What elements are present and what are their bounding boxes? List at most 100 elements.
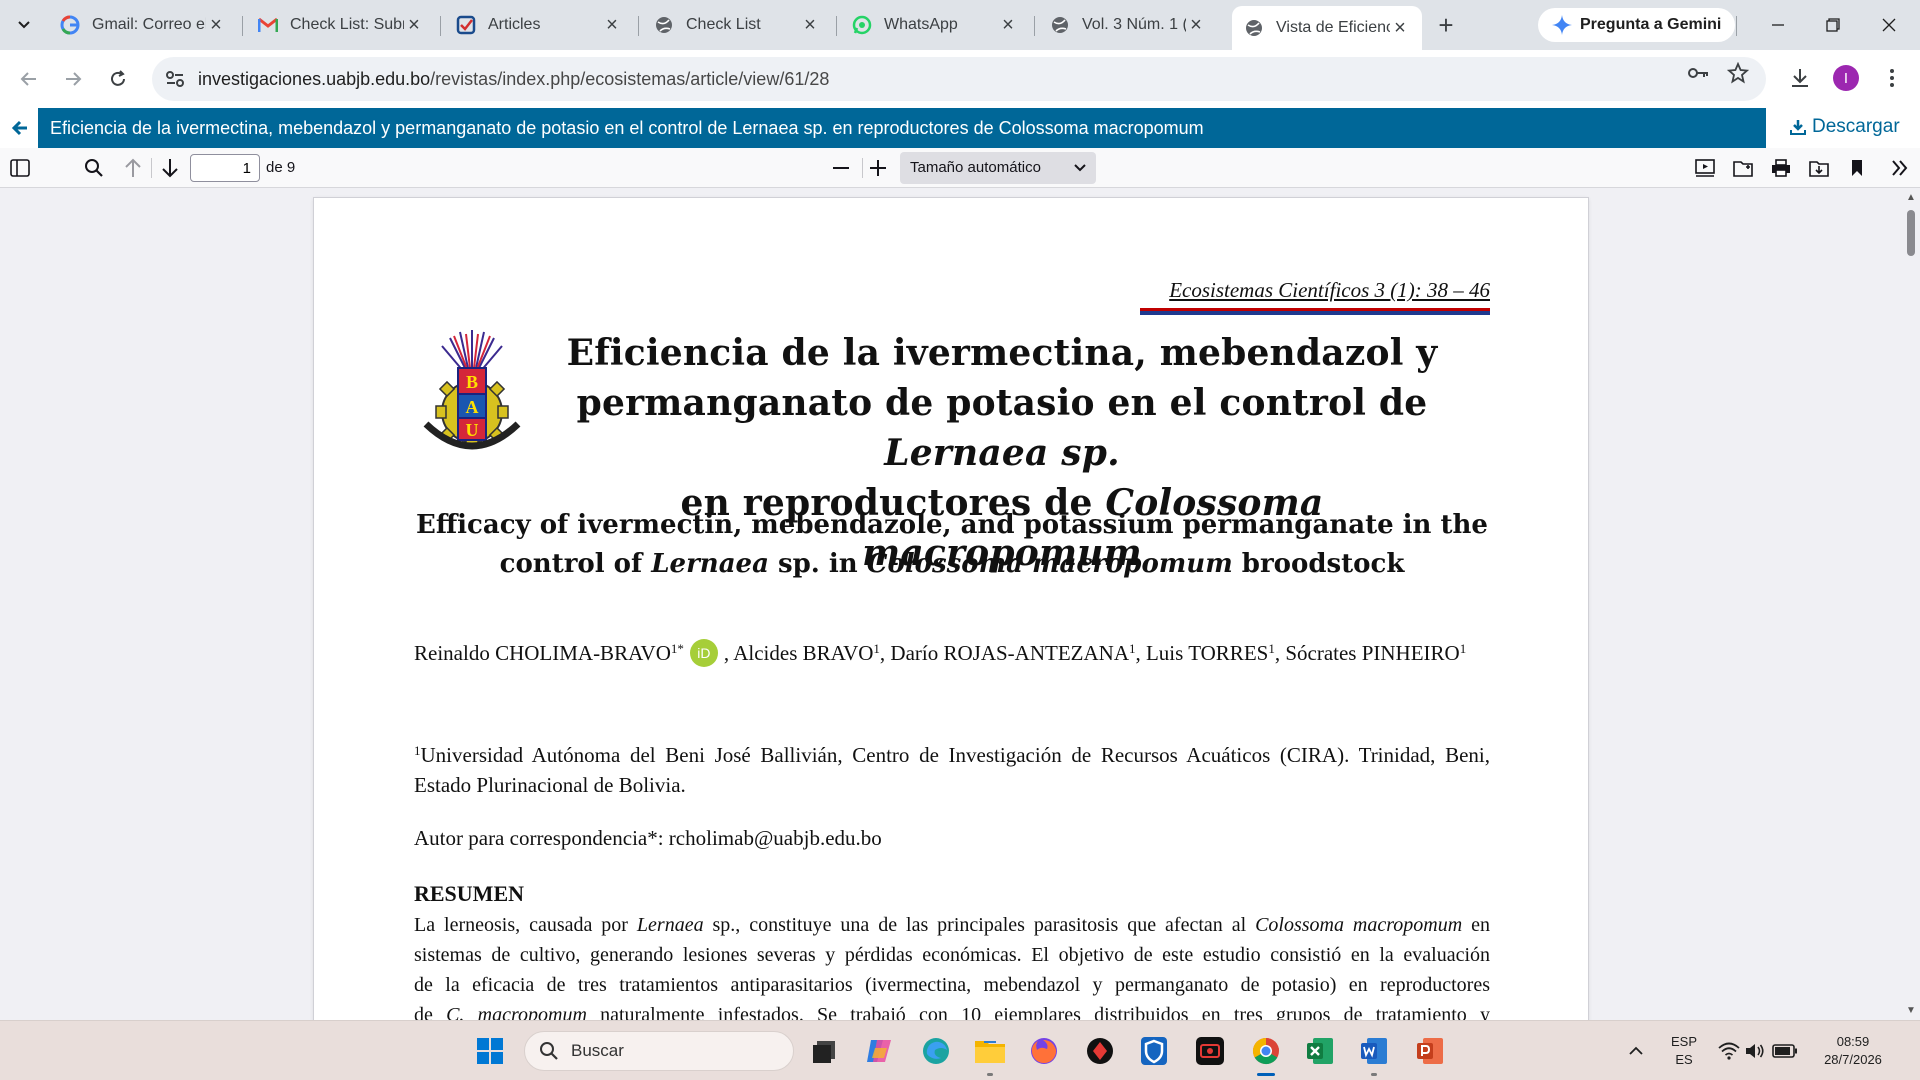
- chrome-icon: [1252, 1037, 1279, 1065]
- author-list: Reinaldo CHOLIMA-BRAVO1* iD, Alcides BRAV…: [414, 634, 1490, 668]
- bookmark-button[interactable]: [1845, 156, 1869, 180]
- toolbar-divider: [862, 158, 863, 178]
- toggle-sidebar-button[interactable]: [8, 156, 32, 180]
- taskbar-excel[interactable]: [1302, 1033, 1338, 1069]
- return-to-article-button[interactable]: [8, 116, 32, 140]
- close-tab-icon[interactable]: ×: [206, 14, 226, 36]
- kebab-menu-icon: [1890, 69, 1894, 87]
- title-en-text: broodstock: [1232, 549, 1405, 579]
- zoom-out-button[interactable]: [829, 156, 853, 180]
- scrollbar-thumb[interactable]: [1907, 210, 1915, 256]
- taskbar-screen-recorder[interactable]: [1192, 1033, 1228, 1069]
- download-button[interactable]: Descargar: [1790, 116, 1900, 138]
- close-tab-icon[interactable]: ×: [1390, 17, 1410, 39]
- find-button[interactable]: [82, 156, 106, 180]
- abstract-heading: RESUMEN: [414, 881, 525, 906]
- downloads-button[interactable]: [1788, 66, 1812, 90]
- browser-menu-button[interactable]: [1880, 66, 1904, 90]
- close-tab-icon[interactable]: ×: [602, 14, 622, 36]
- pdf-viewer[interactable]: Ecosistemas Científicos 3 (1): 38 – 46 B…: [0, 188, 1920, 1020]
- taskbar-app-red[interactable]: [1082, 1033, 1118, 1069]
- title-en-text: control of: [499, 549, 652, 579]
- zoom-in-button[interactable]: [866, 156, 890, 180]
- key-icon: [1688, 68, 1708, 78]
- open-file-button[interactable]: [1731, 156, 1755, 180]
- taskbar-search[interactable]: Buscar: [524, 1031, 794, 1071]
- globe-icon: [1050, 15, 1070, 35]
- show-hidden-icons-button[interactable]: [1618, 1033, 1654, 1069]
- password-key-button[interactable]: [1686, 61, 1710, 85]
- tab-whatsapp[interactable]: WhatsApp ×: [840, 6, 1030, 44]
- site-settings-icon[interactable]: [164, 68, 186, 90]
- tab-check-list[interactable]: Check List ×: [642, 6, 832, 44]
- print-button[interactable]: [1769, 156, 1793, 180]
- tab-gmail[interactable]: Gmail: Correo electrónico ×: [48, 6, 238, 44]
- tab-search-button[interactable]: [10, 11, 38, 39]
- forward-button[interactable]: [58, 64, 88, 94]
- input-language-indicator[interactable]: ESP ES: [1668, 1033, 1700, 1069]
- new-tab-button[interactable]: +: [1432, 10, 1460, 40]
- scroll-up-arrow-icon[interactable]: ▲: [1906, 192, 1916, 203]
- reload-button[interactable]: [103, 64, 133, 94]
- plus-icon: [870, 160, 886, 176]
- author-name: , Sócrates PINHEIRO: [1274, 641, 1460, 665]
- taskbar-firefox[interactable]: [1026, 1033, 1062, 1069]
- scroll-down-arrow-icon[interactable]: ▼: [1906, 1005, 1916, 1016]
- url-path: /revistas/index.php/ecosistemas/article/…: [430, 69, 830, 89]
- orcid-icon[interactable]: iD: [689, 639, 718, 667]
- close-window-button[interactable]: [1866, 8, 1912, 42]
- gemini-button[interactable]: Pregunta a Gemini: [1538, 8, 1736, 42]
- previous-page-button[interactable]: [121, 156, 145, 180]
- tab-divider: [638, 16, 639, 36]
- windows-logo-icon: [477, 1038, 503, 1064]
- language-code: ESP: [1670, 1034, 1697, 1049]
- address-bar[interactable]: investigaciones.uabjb.edu.bo/revistas/in…: [152, 57, 1766, 101]
- next-page-button[interactable]: [158, 156, 182, 180]
- back-button[interactable]: [14, 64, 44, 94]
- abstract-species: Lernaea: [636, 914, 704, 936]
- taskbar-copilot[interactable]: [862, 1033, 898, 1069]
- taskbar-powerpoint[interactable]: [1412, 1033, 1448, 1069]
- tab-title: Check List: Submission: [290, 16, 404, 33]
- close-tab-icon[interactable]: ×: [800, 14, 820, 36]
- zoom-select[interactable]: Tamaño automático: [900, 152, 1096, 184]
- save-button[interactable]: [1807, 156, 1831, 180]
- tab-vol3[interactable]: Vol. 3 Núm. 1 (2026) ×: [1038, 6, 1218, 44]
- page-number-input[interactable]: [190, 154, 260, 182]
- viewer-scrollbar[interactable]: ▲ ▼: [1902, 188, 1920, 1020]
- title-es-species: Lernaea sp.: [884, 432, 1120, 474]
- gemini-star-icon: [1552, 15, 1572, 35]
- tab-articles[interactable]: Articles ×: [444, 6, 634, 44]
- presentation-mode-button[interactable]: [1693, 156, 1717, 180]
- article-header-bar: Eficiencia de la ivermectina, mebendazol…: [0, 108, 1920, 148]
- taskbar-edge[interactable]: [918, 1033, 954, 1069]
- taskbar-defender[interactable]: [1136, 1033, 1172, 1069]
- title-en-species: Colossoma macropomum: [866, 549, 1233, 579]
- battery-icon: [1772, 1044, 1797, 1058]
- system-tray-status[interactable]: [1718, 1033, 1798, 1069]
- affiliation-text: Universidad Autónoma del Beni José Balli…: [414, 743, 1490, 797]
- tab-vista-de-eficiencia[interactable]: Vista de Eficiencia ×: [1232, 6, 1422, 50]
- tab-check-list-submission[interactable]: Check List: Submission ×: [246, 6, 436, 44]
- start-button[interactable]: [472, 1033, 508, 1069]
- profile-avatar[interactable]: I: [1833, 65, 1859, 91]
- close-tab-icon[interactable]: ×: [404, 14, 424, 36]
- article-title-link[interactable]: Eficiencia de la ivermectina, mebendazol…: [38, 108, 1766, 148]
- tab-divider: [836, 16, 837, 36]
- logo-letter-b: B: [466, 372, 478, 392]
- close-tab-icon[interactable]: ×: [1186, 14, 1206, 36]
- author-name: , Darío ROJAS-ANTEZANA: [879, 641, 1129, 665]
- clock[interactable]: 08:59 28/7/2026: [1818, 1033, 1888, 1069]
- gemini-label: Pregunta a Gemini: [1580, 16, 1722, 33]
- bookmark-star-button[interactable]: [1726, 61, 1750, 85]
- tab-divider: [1736, 16, 1737, 36]
- taskbar-chrome[interactable]: [1248, 1033, 1284, 1069]
- minimize-button[interactable]: [1755, 8, 1801, 42]
- taskbar-file-explorer[interactable]: [972, 1033, 1008, 1069]
- firefox-icon: [1031, 1038, 1057, 1064]
- taskbar-word[interactable]: [1356, 1033, 1392, 1069]
- restore-button[interactable]: [1810, 8, 1856, 42]
- taskbar-task-view[interactable]: [806, 1033, 842, 1069]
- tools-menu-button[interactable]: [1888, 156, 1912, 180]
- close-tab-icon[interactable]: ×: [998, 14, 1018, 36]
